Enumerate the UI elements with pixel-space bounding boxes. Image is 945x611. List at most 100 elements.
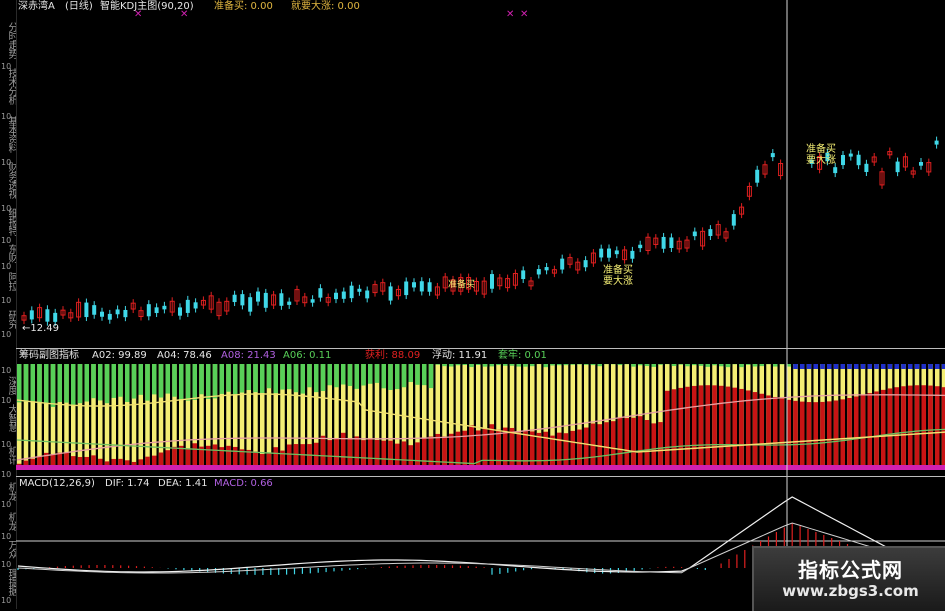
chip-bar-red <box>652 423 657 470</box>
watermark-title: 指标公式网 <box>754 554 945 583</box>
chip-bar-red <box>874 391 879 470</box>
chip-bar-red <box>766 395 771 470</box>
chip-bar-green <box>253 364 258 392</box>
candle-body <box>630 251 634 259</box>
chip-bar-blue <box>841 364 846 369</box>
chip-bar-red <box>793 401 798 470</box>
chip-bar-green <box>321 364 326 391</box>
chip-bar-red <box>928 386 933 470</box>
chip-bar-green <box>287 364 292 389</box>
chip-bar-green <box>402 364 407 387</box>
chip-bar-red <box>355 436 360 470</box>
chip-bar-blue <box>814 364 819 369</box>
chip-bar-green <box>726 364 731 367</box>
chip-bar-green <box>132 364 137 399</box>
chip-bar-green <box>436 364 441 365</box>
chip-bar-green <box>139 364 144 395</box>
chip-bar-green <box>476 364 481 365</box>
candle-body <box>264 293 268 308</box>
chip-bar-red <box>456 432 461 470</box>
candle-body <box>615 250 619 254</box>
chip-panel-title: 筹码副图指标 <box>19 350 79 362</box>
candle-body <box>248 297 252 311</box>
chip-bar-red <box>537 433 542 470</box>
candle-body <box>490 274 494 289</box>
chip-bar-red <box>490 424 495 470</box>
chip-bar-green <box>118 364 123 397</box>
candle-body <box>318 288 322 297</box>
chip-bar-green <box>334 364 339 387</box>
chip-bar-green <box>314 364 319 392</box>
chip-bar-red <box>530 431 535 470</box>
chip-bar-red <box>712 385 717 470</box>
chip-bar-blue <box>820 364 825 369</box>
chip-bar-red <box>692 386 697 470</box>
chip-bar-green <box>591 364 596 365</box>
signal-marker: ✕ <box>506 9 514 20</box>
chip-bar-green <box>179 364 184 399</box>
watermark-url: www.zbgs3.com <box>754 582 945 600</box>
chip-bar-green <box>510 364 515 366</box>
chip-bar-green <box>145 364 150 401</box>
chip-bar-green <box>699 364 704 366</box>
chip-bar-green <box>679 364 684 365</box>
candle-body <box>123 310 127 317</box>
candle-body <box>116 309 120 314</box>
chip-bar-red <box>523 431 528 470</box>
candle-body <box>53 313 57 322</box>
chip-bar-green <box>355 364 360 389</box>
chip-bar-green <box>564 364 569 365</box>
chip-bar-blue <box>895 364 900 369</box>
chip-bar-red <box>685 387 690 470</box>
chip-bar-blue <box>928 364 933 369</box>
chip-bar-red <box>895 387 900 470</box>
chip-bar-green <box>388 364 393 390</box>
candle-body <box>155 307 159 313</box>
candle-body <box>162 306 166 310</box>
chip-bar-green <box>685 364 690 366</box>
candle-body <box>638 245 642 248</box>
chip-bar-blue <box>854 364 859 369</box>
chip-bar-red <box>733 388 738 470</box>
chip-bar-green <box>550 364 555 365</box>
chip-bar-green <box>78 364 83 403</box>
chip-bar-green <box>98 364 103 400</box>
chip-bar-green <box>301 364 306 394</box>
candle-body <box>919 162 923 166</box>
chip-bar-green <box>658 364 663 365</box>
candle-body <box>256 292 260 302</box>
chip-bar-green <box>220 364 225 394</box>
chip-bar-green <box>523 364 528 367</box>
chart-canvas: ✕ ✕ ✕ ✕ <box>0 0 945 609</box>
chip-bar-green <box>64 364 69 403</box>
chip-bar-green <box>429 364 434 388</box>
chip-bar-red <box>706 385 711 470</box>
chip-bar-green <box>31 364 36 401</box>
chip-bar-green <box>530 364 535 366</box>
chip-bar-green <box>645 364 650 366</box>
chip-bar-green <box>631 364 636 367</box>
candle-body <box>545 267 549 270</box>
chip-bar-red <box>935 386 940 470</box>
candle-body <box>30 310 34 319</box>
chip-bar-green <box>712 364 717 365</box>
chip-bar-blue <box>807 364 812 369</box>
chip-bar-green <box>294 364 299 392</box>
chip-bar-red <box>922 385 927 470</box>
chip-bar-green <box>368 364 373 384</box>
chip-bar-red <box>442 437 447 470</box>
candle-body <box>537 269 541 274</box>
chip-baseline <box>16 465 945 470</box>
macd-dif: DIF: 1.74 <box>105 478 149 490</box>
chip-bar-red <box>503 428 508 470</box>
chip-bar-red <box>814 402 819 470</box>
chip-bar-green <box>199 364 204 394</box>
chip-bar-green <box>341 364 346 385</box>
candle-body <box>92 305 96 315</box>
chip-bar-red <box>476 430 481 470</box>
chip-bar-red <box>557 433 562 470</box>
candle-body <box>857 155 861 165</box>
candle-body <box>194 302 198 308</box>
candlesticks <box>22 137 939 326</box>
chip-bar-green <box>152 364 157 394</box>
